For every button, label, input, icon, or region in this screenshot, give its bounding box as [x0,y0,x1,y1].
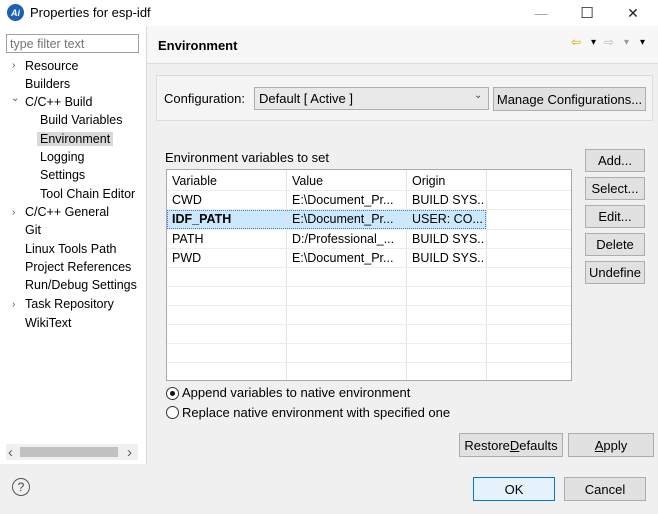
select-button[interactable]: Select... [585,177,645,200]
configuration-select[interactable]: Default [ Active ] [254,87,489,110]
tree-item-builders[interactable]: Builders [25,75,70,93]
row-value-cell[interactable]: D:/Professional_... [292,230,402,249]
back-arrow-icon[interactable]: ⇦ [571,35,581,49]
tree-item-settings[interactable]: Settings [40,166,85,184]
env-vars-label: Environment variables to set [165,150,330,165]
tree-item-cpp-general[interactable]: C/C++ General [25,203,109,221]
view-menu-icon[interactable]: ▾ [640,37,645,48]
tree-item-project-references[interactable]: Project References [25,258,131,276]
tree-item-logging[interactable]: Logging [40,148,85,166]
row-origin-cell[interactable]: USER: CO... [412,210,484,229]
apply-button[interactable]: Apply [568,433,654,457]
row-value-cell[interactable]: E:\Document_Pr... [292,210,402,229]
expand-resource-icon[interactable]: › [12,60,15,71]
row-origin-cell[interactable]: BUILD SYS... [412,230,484,249]
column-divider [486,170,487,380]
forward-arrow-icon[interactable]: ⇨ [604,35,614,49]
filter-input[interactable] [6,34,139,53]
row-divider [167,362,571,363]
pane-divider[interactable] [146,26,147,464]
restore-label-suffix: efaults [519,437,558,453]
tree-item-git[interactable]: Git [25,221,41,239]
close-button[interactable]: ✕ [610,0,656,26]
undefine-button[interactable]: Undefine [585,261,645,284]
manage-configurations-button[interactable]: Manage Configurations... [493,87,646,111]
tree-item-wikitext[interactable]: WikiText [25,314,72,332]
ok-button[interactable]: OK [473,477,555,501]
tree-item-task-repository[interactable]: Task Repository [25,295,114,313]
scroll-left-icon[interactable]: ‹ [8,444,13,461]
column-header-origin[interactable]: Origin [412,172,445,191]
page-title: Environment [158,38,238,53]
minimize-button[interactable]: — [518,0,564,26]
cancel-button[interactable]: Cancel [564,477,646,501]
column-divider [406,170,407,380]
back-menu-icon[interactable]: ▾ [591,37,596,48]
configuration-label: Configuration: [164,91,245,106]
row-origin-cell[interactable]: BUILD SYS... [412,191,484,210]
restore-defaults-button[interactable]: Restore Defaults [459,433,563,457]
restore-label-prefix: Restore [464,437,510,453]
tree-item-build-variables[interactable]: Build Variables [40,111,122,129]
column-header-variable[interactable]: Variable [172,172,217,191]
row-origin-cell[interactable]: BUILD SYS... [412,249,484,268]
append-radio-label[interactable]: Append variables to native environment [182,385,410,400]
row-divider [167,343,571,344]
maximize-button[interactable]: ☐ [564,0,610,26]
tree-item-tool-chain-editor[interactable]: Tool Chain Editor [40,185,139,203]
row-value-cell[interactable]: E:\Document_Pr... [292,249,402,268]
tree-item-environment[interactable]: Environment [37,130,114,148]
tree-item-resource[interactable]: Resource [25,57,79,75]
column-divider [286,170,287,380]
replace-radio[interactable] [166,406,179,419]
row-variable-cell[interactable]: PWD [172,249,282,268]
add-button[interactable]: Add... [585,149,645,172]
dialog-footer [0,464,658,514]
row-divider [167,286,571,287]
row-divider [167,324,571,325]
tree-item-linux-tools-path[interactable]: Linux Tools Path [25,240,117,258]
row-variable-cell[interactable]: CWD [172,191,282,210]
delete-button[interactable]: Delete [585,233,645,256]
append-radio[interactable] [166,387,179,400]
row-divider [167,305,571,306]
apply-label-suffix: pply [603,437,628,453]
radio-selected-dot [170,391,175,396]
tree-item-run-debug-settings[interactable]: Run/Debug Settings [25,276,139,294]
row-variable-cell[interactable]: IDF_PATH [172,210,282,229]
replace-radio-label[interactable]: Replace native environment with specifie… [182,405,450,420]
edit-button[interactable]: Edit... [585,205,645,228]
expand-task-repo-icon[interactable]: › [12,299,15,310]
expand-cgeneral-icon[interactable]: › [12,207,15,218]
scroll-right-icon[interactable]: › [127,444,132,461]
apply-mnemonic: A [594,437,604,453]
scrollbar-thumb[interactable] [20,447,118,457]
forward-menu-icon[interactable]: ▾ [624,37,629,48]
tree-item-cpp-build[interactable]: C/C++ Build [25,93,92,111]
window-title: Properties for esp-idf [30,5,151,20]
app-icon: Ai [7,4,24,21]
column-header-value[interactable]: Value [292,172,323,191]
tree-item-environment-label: Environment [37,132,114,146]
restore-mnemonic: D [509,437,520,453]
row-value-cell[interactable]: E:\Document_Pr... [292,191,402,210]
collapse-cbuild-icon[interactable]: ⌄ [11,93,19,104]
row-variable-cell[interactable]: PATH [172,230,282,249]
chevron-down-icon[interactable]: ⌄ [474,90,482,101]
help-icon[interactable]: ? [12,478,30,496]
